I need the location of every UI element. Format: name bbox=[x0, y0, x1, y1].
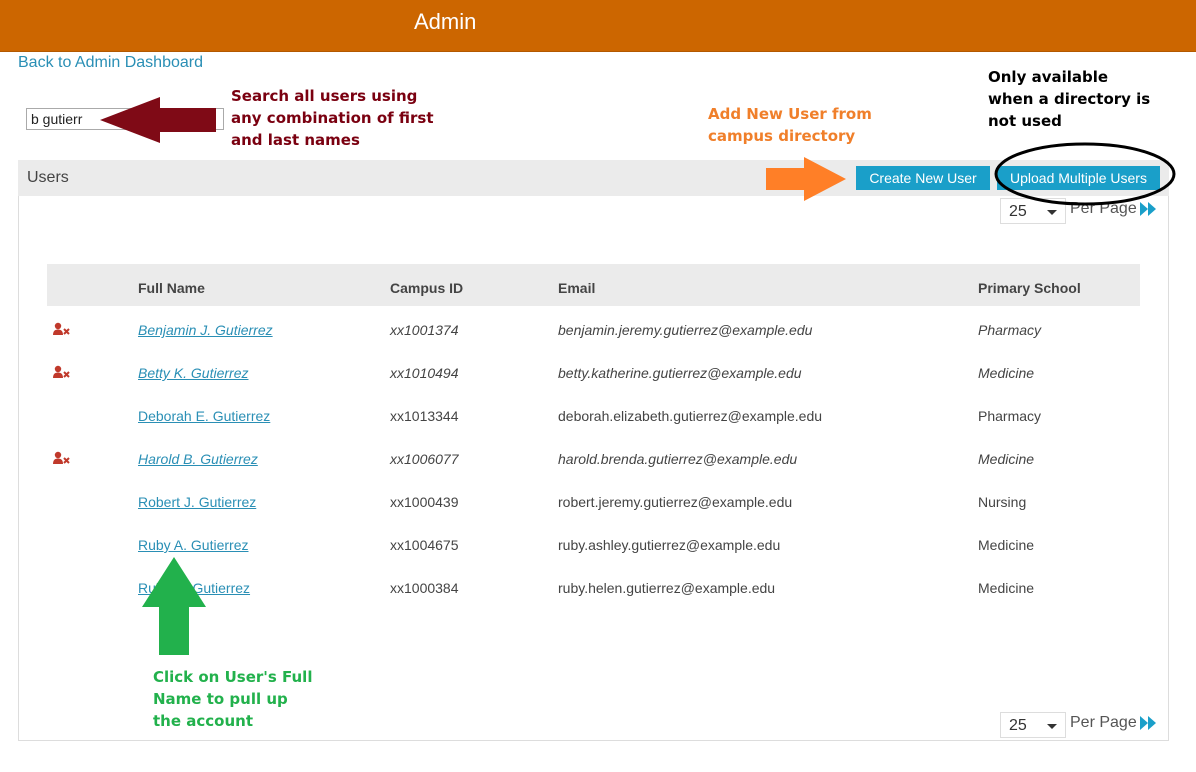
directory-note-line: when a directory is bbox=[988, 90, 1151, 108]
click-name-arrow bbox=[142, 557, 206, 655]
search-note-line: and last names bbox=[231, 131, 360, 149]
search-note-line: any combination of first bbox=[231, 109, 434, 127]
click-note-line: Name to pull up bbox=[153, 690, 288, 708]
add-note-line: Add New User from bbox=[708, 105, 872, 123]
search-note: Search all users using any combination o… bbox=[231, 85, 434, 151]
add-note-line: campus directory bbox=[708, 127, 856, 145]
search-note-line: Search all users using bbox=[231, 87, 418, 105]
click-note-line: Click on User's Full bbox=[153, 668, 313, 686]
add-user-arrow bbox=[766, 157, 846, 201]
directory-note: Only available when a directory is not u… bbox=[988, 66, 1150, 132]
click-name-note: Click on User's Full Name to pull up the… bbox=[153, 666, 312, 732]
directory-ellipse bbox=[994, 142, 1176, 206]
search-arrow bbox=[100, 97, 216, 143]
click-note-line: the account bbox=[153, 712, 253, 730]
directory-note-line: not used bbox=[988, 112, 1062, 130]
add-user-note: Add New User from campus directory bbox=[708, 103, 872, 147]
directory-note-line: Only available bbox=[988, 68, 1109, 86]
